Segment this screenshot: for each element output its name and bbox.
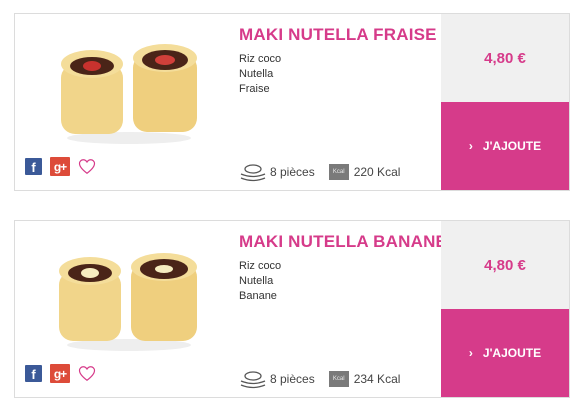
google-plus-icon[interactable]: g+ [50, 364, 70, 383]
ingredient-item: Riz coco [239, 53, 282, 65]
ingredient-item: Nutella [239, 68, 274, 80]
kcal-value: 234 Kcal [353, 372, 401, 386]
pieces-icon [240, 164, 266, 182]
social-share: f g+ [25, 364, 96, 383]
product-title: MAKI NUTELLA FRAISE [239, 25, 437, 44]
kcal-value: 220 Kcal [353, 165, 401, 179]
product-meta: 8 pièces Kcal 234 Kcal [239, 369, 400, 389]
add-to-cart-label: J'AJOUTE [482, 346, 542, 360]
product-title: MAKI NUTELLA BANANE [239, 232, 448, 251]
ingredient-item: Banane [239, 290, 277, 302]
price: 4,80 € [441, 14, 569, 102]
product-image [61, 44, 197, 144]
chevron-right-icon: › [468, 346, 473, 360]
product-meta: 8 pièces Kcal 220 Kcal [239, 162, 400, 182]
product-card-maki-nutella-banane: f g+ MAKI NUTELLA BANANE Riz coco Nutell… [14, 220, 570, 398]
ingredient-item: Fraise [239, 83, 270, 95]
kcal-icon: Kcal [328, 164, 349, 180]
google-plus-icon[interactable]: g+ [50, 157, 70, 176]
product-image [59, 253, 197, 351]
product-card-maki-nutella-fraise: f g+ MAKI NUTELLA FRAISE Riz coco Nutell… [14, 13, 570, 191]
price: 4,80 € [441, 221, 569, 309]
facebook-icon[interactable]: f [25, 158, 42, 175]
add-to-cart-button[interactable]: › J'AJOUTE [441, 102, 569, 190]
ingredient-list: Riz coco Nutella Fraise [239, 52, 281, 97]
ingredient-list: Riz coco Nutella Banane [239, 259, 281, 304]
pieces-count: 8 pièces [270, 165, 315, 179]
add-to-cart-button[interactable]: › J'AJOUTE [441, 309, 569, 397]
social-share: f g+ [25, 157, 96, 176]
heart-icon[interactable] [78, 365, 96, 382]
ingredient-item: Nutella [239, 275, 274, 287]
pieces-icon [240, 371, 266, 389]
add-to-cart-label: J'AJOUTE [482, 139, 542, 153]
chevron-right-icon: › [468, 139, 473, 153]
heart-icon[interactable] [78, 158, 96, 175]
pieces-count: 8 pièces [270, 372, 315, 386]
facebook-icon[interactable]: f [25, 365, 42, 382]
ingredient-item: Riz coco [239, 260, 282, 272]
kcal-icon: Kcal [328, 371, 349, 387]
